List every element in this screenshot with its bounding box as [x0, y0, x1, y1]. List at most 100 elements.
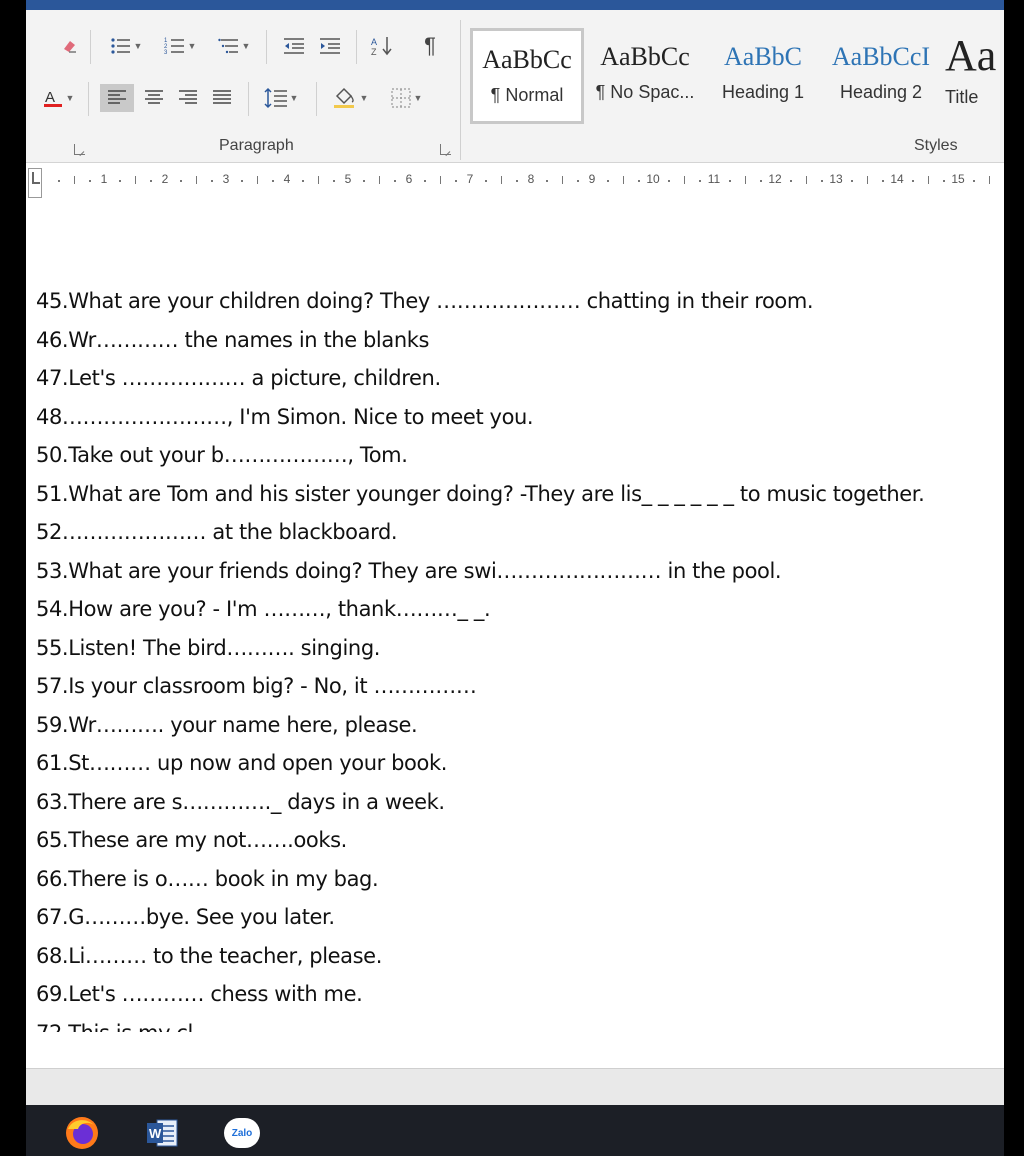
ruler-mark: [88, 180, 91, 182]
decrease-indent-button[interactable]: [278, 32, 310, 60]
document-line[interactable]: 55.Listen! The bird………. singing.: [36, 629, 966, 668]
align-right-button[interactable]: [172, 84, 204, 112]
paragraph-dialog-launcher[interactable]: [440, 144, 451, 155]
line-spacing-icon: [264, 87, 287, 109]
title-bar-strip: [26, 0, 1004, 10]
ruler-number: 7: [466, 172, 474, 186]
document-body[interactable]: 45.What are your children doing? They ………: [36, 282, 966, 1032]
chevron-down-icon: ▼: [289, 93, 299, 103]
svg-text:3: 3: [164, 50, 168, 56]
ruler-mark: [912, 180, 915, 182]
bullets-button[interactable]: ▼: [106, 32, 146, 60]
style-item[interactable]: AaBbC Heading 1: [706, 28, 820, 124]
ruler-number: 10: [646, 172, 660, 186]
sort-button[interactable]: AZ: [366, 32, 398, 60]
ruler-mark: [607, 180, 610, 182]
document-line[interactable]: 48……………………, I'm Simon. Nice to meet you.: [36, 398, 966, 437]
word-icon: W: [147, 1119, 178, 1147]
document-line[interactable]: 65.These are my not…….ooks.: [36, 821, 966, 860]
document-line[interactable]: 52………………… at the blackboard.: [36, 513, 966, 552]
status-scroll-area[interactable]: [26, 1068, 1004, 1105]
ruler-mark: [180, 180, 183, 182]
document-page[interactable]: 45.What are your children doing? They ………: [26, 202, 1004, 1068]
svg-text:A: A: [45, 89, 55, 106]
ruler-number: 8: [527, 172, 535, 186]
align-center-button[interactable]: [138, 84, 170, 112]
style-sample: AaBbCcI: [831, 42, 931, 71]
document-line[interactable]: 46.Wr………… the names in the blanks: [36, 321, 966, 360]
document-line[interactable]: 51.What are Tom and his sister younger d…: [36, 475, 966, 514]
ruler-mark: [637, 180, 640, 182]
ruler-mark: [195, 176, 197, 184]
numbering-button[interactable]: 1 2 3 ▼: [160, 32, 200, 60]
document-line[interactable]: 72.This is my cl: [36, 1014, 966, 1032]
document-line[interactable]: 69.Let's ………… chess with me.: [36, 975, 966, 1014]
font-color-button[interactable]: A ▼: [36, 84, 80, 112]
document-line[interactable]: 59.Wr………. your name here, please.: [36, 706, 966, 745]
ruler-mark: [424, 180, 427, 182]
ruler-mark: [622, 176, 624, 184]
svg-text:A: A: [371, 37, 377, 47]
document-line[interactable]: 50.Take out your b………………, Tom.: [36, 436, 966, 475]
ruler-number: 2: [161, 172, 169, 186]
ruler-mark: [988, 176, 990, 184]
style-sample: AaBbC: [724, 42, 802, 71]
line-spacing-button[interactable]: ▼: [258, 84, 304, 112]
style-item[interactable]: AaBbCcI Heading 2: [824, 28, 938, 124]
decrease-indent-icon: [284, 38, 304, 54]
ruler-number: 14: [890, 172, 904, 186]
ruler-mark: [271, 180, 274, 182]
taskbar-zalo[interactable]: Zalo: [222, 1115, 262, 1151]
ruler-mark: [149, 180, 152, 182]
zalo-icon-label: Zalo: [231, 1127, 253, 1139]
document-line[interactable]: 67.G………bye. See you later.: [36, 898, 966, 937]
increase-indent-button[interactable]: [314, 32, 346, 60]
document-line[interactable]: 63.There are s…………._ days in a week.: [36, 783, 966, 822]
chevron-down-icon: ▼: [133, 41, 143, 51]
borders-button[interactable]: ▼: [382, 84, 430, 112]
ruler-mark: [759, 180, 762, 182]
taskbar-word[interactable]: W: [142, 1115, 182, 1151]
document-line[interactable]: 66.There is o…… book in my bag.: [36, 860, 966, 899]
document-line[interactable]: 57.Is your classroom big? - No, it ……………: [36, 667, 966, 706]
style-item[interactable]: AaBbCc ¶ No Spac...: [588, 28, 702, 124]
font-dialog-launcher[interactable]: [74, 144, 85, 155]
chevron-down-icon: ▼: [359, 93, 369, 103]
zalo-icon: Zalo: [224, 1118, 260, 1148]
taskbar: W Zalo: [26, 1105, 1004, 1156]
horizontal-ruler[interactable]: 1 2 3 4 5 6 7 8 9 10 11 12 13 14 15: [26, 164, 1004, 203]
document-line[interactable]: 53.What are your friends doing? They are…: [36, 552, 966, 591]
ruler-number: 6: [405, 172, 413, 186]
ribbon: ▼ 1 2 3 ▼ ▼ AZ ¶ A ▼ ▼ ▼ ▼ Paragraph AaB…: [26, 10, 1004, 163]
ruler-mark: [668, 180, 671, 182]
style-item[interactable]: AaBbCc ¶ Normal: [470, 28, 584, 124]
document-line[interactable]: 68.Li……… to the teacher, please.: [36, 937, 966, 976]
show-formatting-button[interactable]: ¶: [418, 32, 442, 60]
multilevel-list-button[interactable]: ▼: [214, 32, 254, 60]
ruler-mark: [820, 180, 823, 182]
style-sample: Aa: [945, 31, 997, 80]
style-item[interactable]: Aa Title: [942, 28, 1004, 124]
styles-gallery: AaBbCc ¶ Normal AaBbCc ¶ No Spac... AaBbC Hea…: [470, 28, 1004, 126]
taskbar-firefox[interactable]: [62, 1115, 102, 1151]
ruler-mark: [119, 180, 122, 182]
ruler-mark: [515, 180, 518, 182]
ruler-mark: [256, 176, 258, 184]
chevron-down-icon: ▼: [187, 41, 197, 51]
ruler-mark: [546, 180, 549, 182]
increase-indent-icon: [320, 38, 340, 54]
document-line[interactable]: 45.What are your children doing? They ………: [36, 282, 966, 321]
ruler-mark: [576, 180, 579, 182]
svg-text:Z: Z: [371, 47, 377, 57]
ruler-mark: [698, 180, 701, 182]
shading-button[interactable]: ▼: [326, 84, 374, 112]
document-line[interactable]: 54.How are you? - I'm ………, thank………_ _.: [36, 590, 966, 629]
ruler-mark: [210, 180, 213, 182]
document-line[interactable]: 61.St……… up now and open your book.: [36, 744, 966, 783]
document-line[interactable]: 47.Let's ……………… a picture, children.: [36, 359, 966, 398]
align-center-icon: [145, 90, 163, 104]
numbering-icon: 123: [164, 38, 184, 56]
align-left-button[interactable]: [100, 84, 134, 112]
clear-formatting-button[interactable]: [56, 32, 84, 60]
justify-button[interactable]: [206, 84, 238, 112]
